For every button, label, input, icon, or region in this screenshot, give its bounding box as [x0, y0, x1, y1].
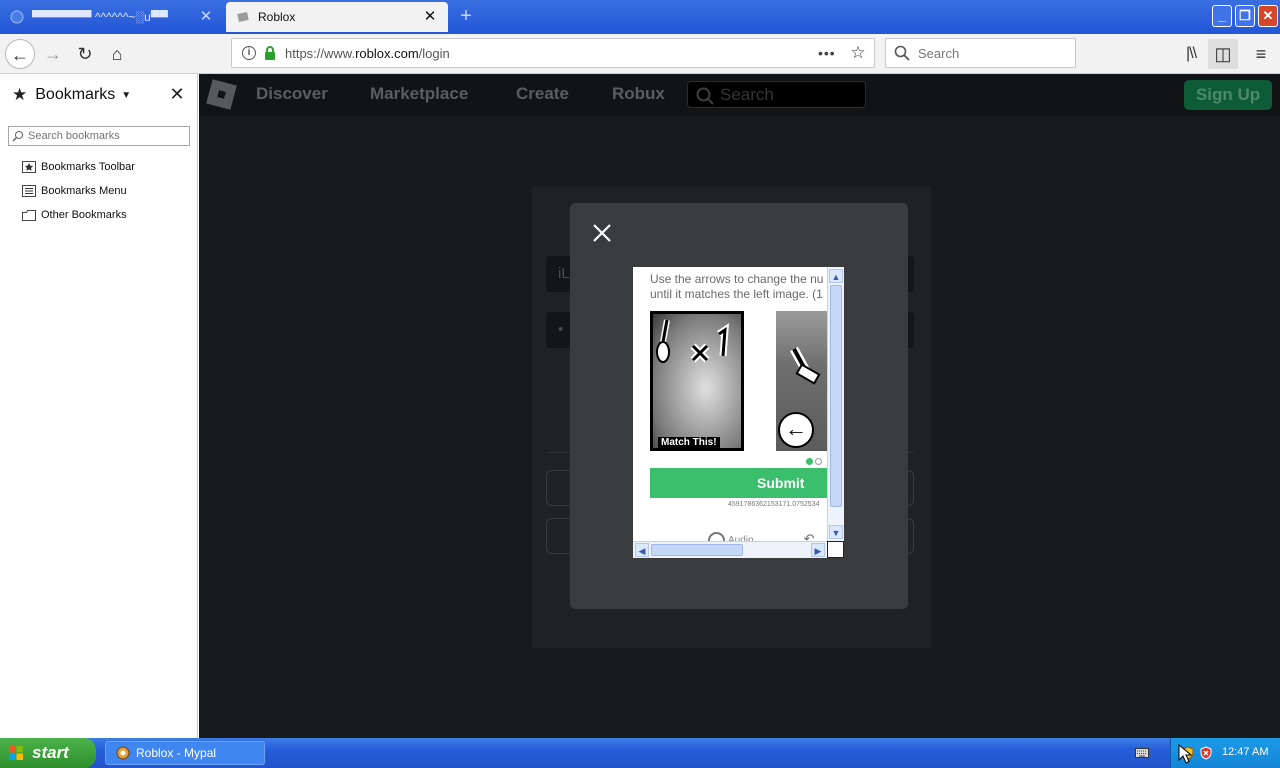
- submit-button[interactable]: Submit: [650, 468, 830, 498]
- tab-background[interactable]: ▀▀▀▀▀▀▀ ^^^^^^~░u▀▀ ✕: [0, 2, 224, 32]
- new-tab-plus-icon[interactable]: +: [455, 4, 477, 28]
- bookmarks-menu-icon: [22, 185, 36, 197]
- bookmark-star-icon[interactable]: ☆: [848, 43, 868, 63]
- bookmarks-toolbar-icon: [22, 161, 36, 173]
- taskbar-item-label: Roblox - Mypal: [136, 746, 217, 760]
- home-icon[interactable]: ⌂: [102, 39, 132, 69]
- sidebar-toggle-icon[interactable]: ◫: [1208, 39, 1238, 69]
- nav-create[interactable]: Create: [516, 84, 569, 104]
- search-placeholder: Search: [720, 85, 774, 104]
- search-icon: [894, 45, 910, 61]
- close-tab-icon[interactable]: ✕: [198, 9, 214, 25]
- tab-title: Roblox: [258, 10, 296, 24]
- restore-window-button[interactable]: ❐: [1235, 5, 1255, 27]
- whisk-icon: [656, 319, 730, 363]
- hamburger-menu-icon[interactable]: ≡: [1246, 39, 1276, 69]
- roblox-favicon-icon: [237, 12, 249, 22]
- tab-strip: ▀▀▀▀▀▀▀ ^^^^^^~░u▀▀ ✕ Roblox ✕ + _ ❐ ✕: [0, 0, 1280, 34]
- left-arrow-button[interactable]: ←: [778, 412, 814, 448]
- tab-title: ▀▀▀▀▀▀▀ ^^^^^^~░u▀▀: [32, 10, 168, 24]
- start-label: start: [32, 743, 69, 762]
- horizontal-scrollbar[interactable]: ◀ ▶: [633, 541, 827, 558]
- forward-arrow-icon[interactable]: →: [38, 39, 68, 69]
- close-tab-icon[interactable]: ✕: [422, 9, 438, 25]
- taskbar: start Roblox - Mypal 12:47 AM: [0, 738, 1280, 768]
- search-input[interactable]: [918, 45, 1068, 61]
- captcha-instructions: Use the arrows to change the nu until it…: [650, 272, 824, 301]
- tab-roblox[interactable]: Roblox ✕: [226, 2, 448, 32]
- scroll-right-icon[interactable]: ▶: [811, 543, 825, 557]
- close-icon[interactable]: [590, 221, 614, 245]
- start-button[interactable]: start: [0, 738, 96, 768]
- roblox-page: Discover Marketplace Create Robux Search…: [199, 74, 1280, 738]
- sign-up-button[interactable]: Sign Up: [1184, 80, 1272, 110]
- navigation-toolbar: ← → ↻ ⌂ i https://www.roblox.com/login •…: [0, 34, 1280, 74]
- mouse-cursor-icon: [1178, 744, 1192, 764]
- back-arrow-icon[interactable]: ←: [5, 39, 35, 69]
- library-icon[interactable]: |\\: [1176, 39, 1206, 69]
- search-icon: [12, 131, 23, 142]
- scroll-thumb[interactable]: [830, 285, 842, 507]
- roblox-search-input[interactable]: Search: [687, 81, 866, 108]
- bookmark-item-label: Bookmarks Toolbar: [41, 161, 135, 173]
- scroll-down-icon[interactable]: ▼: [829, 525, 843, 539]
- globe-icon: [10, 10, 24, 24]
- scroll-left-icon[interactable]: ◀: [635, 543, 649, 557]
- dot-inactive: [815, 458, 822, 465]
- clock: 12:47 AM: [1222, 746, 1269, 758]
- captcha-frame: Use the arrows to change the nu until it…: [633, 267, 844, 558]
- windows-logo-icon: [9, 746, 23, 760]
- page-actions-icon[interactable]: •••: [818, 45, 840, 61]
- pagination-dots: [806, 454, 824, 468]
- nav-discover[interactable]: Discover: [256, 84, 328, 104]
- lock-icon: [265, 46, 275, 60]
- bookmark-folder-menu[interactable]: Bookmarks Menu: [22, 182, 127, 200]
- resize-grip[interactable]: [827, 541, 844, 558]
- bookmark-item-label: Other Bookmarks: [41, 209, 127, 221]
- search-icon: [696, 87, 714, 105]
- mypal-icon: [116, 746, 130, 760]
- search-bar[interactable]: [885, 38, 1076, 68]
- nav-marketplace[interactable]: Marketplace: [370, 84, 468, 104]
- reload-icon[interactable]: ↻: [70, 39, 100, 69]
- nav-robux[interactable]: Robux: [612, 84, 665, 104]
- hammer-icon: [790, 346, 821, 385]
- reference-image: Match This!: [650, 311, 744, 451]
- bookmarks-sidebar: ★ Bookmarks ▼ ✕ Bookmarks Toolbar Bookma…: [0, 74, 198, 738]
- folder-icon: [22, 210, 36, 221]
- bookmarks-search-field[interactable]: [8, 126, 190, 146]
- antivirus-shield-icon[interactable]: [1199, 746, 1213, 760]
- keyboard-icon[interactable]: [1135, 747, 1149, 759]
- bookmark-folder-toolbar[interactable]: Bookmarks Toolbar: [22, 158, 135, 176]
- roblox-logo-icon[interactable]: [206, 79, 237, 110]
- reference-label: Match This!: [658, 437, 720, 448]
- info-icon[interactable]: i: [242, 46, 256, 60]
- star-icon: ★: [12, 85, 28, 104]
- scroll-up-icon[interactable]: ▲: [829, 269, 843, 283]
- close-sidebar-icon[interactable]: ✕: [168, 85, 186, 103]
- taskbar-item-mypal[interactable]: Roblox - Mypal: [105, 741, 265, 765]
- close-window-button[interactable]: ✕: [1258, 5, 1278, 27]
- username-value: iL: [558, 265, 570, 282]
- bookmark-folder-other[interactable]: Other Bookmarks: [22, 206, 127, 224]
- chevron-down-icon[interactable]: ▼: [121, 90, 131, 101]
- session-id-text: 4591786362153171.0752534: [728, 501, 820, 508]
- url-bar[interactable]: i https://www.roblox.com/login ••• ☆: [231, 38, 875, 68]
- sidebar-title[interactable]: Bookmarks: [35, 86, 115, 104]
- dot-active: [806, 458, 813, 465]
- captcha-modal: Use the arrows to change the nu until it…: [570, 203, 908, 609]
- password-value: •: [558, 321, 564, 338]
- minimize-window-button[interactable]: _: [1212, 5, 1232, 27]
- bookmarks-search-input[interactable]: [28, 130, 184, 142]
- vertical-scrollbar[interactable]: ▲ ▼: [827, 267, 844, 541]
- url-text: https://www.roblox.com/login: [285, 45, 450, 61]
- bookmark-item-label: Bookmarks Menu: [41, 185, 127, 197]
- scroll-thumb[interactable]: [651, 544, 743, 556]
- roblox-header: Discover Marketplace Create Robux Search…: [199, 74, 1280, 116]
